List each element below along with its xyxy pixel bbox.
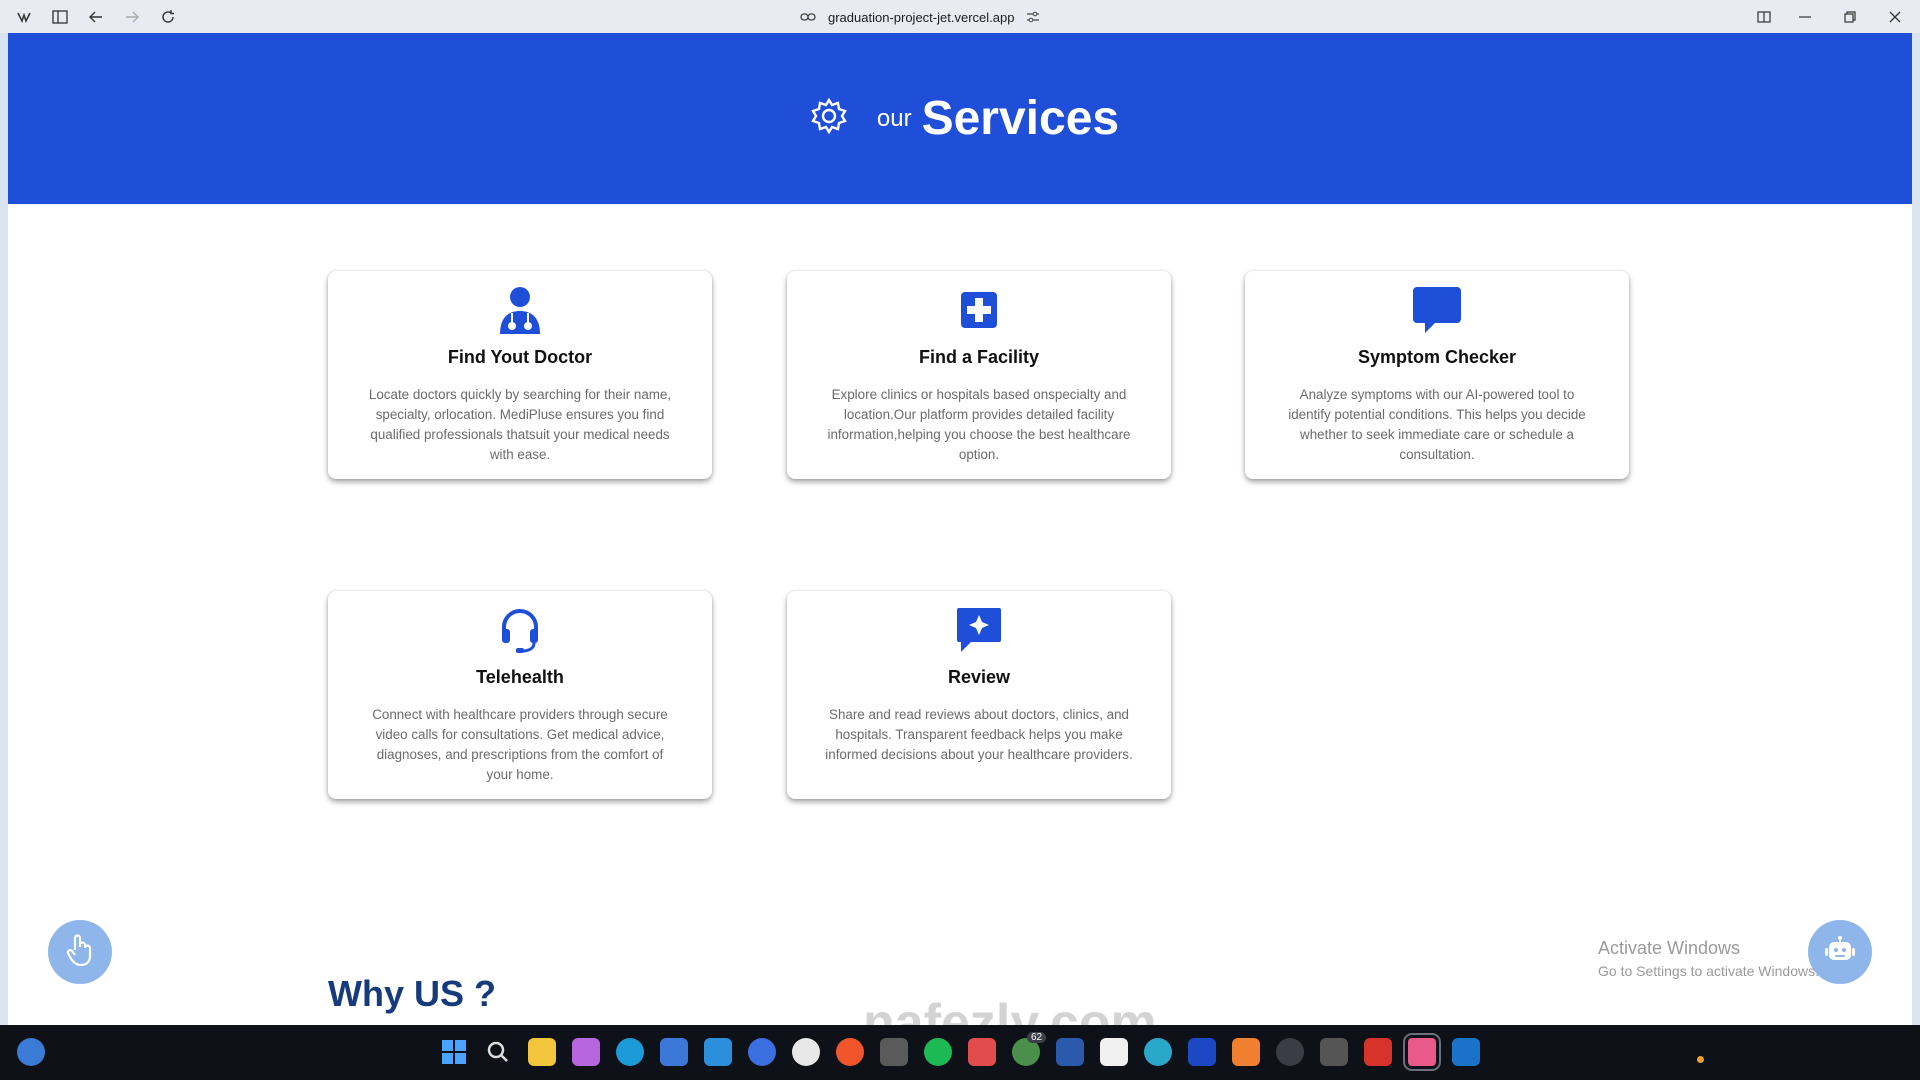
weather-widget-icon[interactable] (17, 1038, 45, 1066)
card-title: Find a Facility (918, 347, 1040, 367)
status-dot-icon (1697, 1056, 1704, 1063)
card-description: Connect with healthcare providers throug… (372, 707, 668, 782)
url-text: graduation-project-jet.vercel.app (828, 9, 1015, 25)
close-icon[interactable] (1884, 6, 1906, 28)
back-icon[interactable] (85, 6, 107, 28)
gear-icon (809, 96, 849, 141)
chrome-icon[interactable] (968, 1038, 996, 1066)
card-title: Review (947, 667, 1011, 687)
page-viewport: our Services Find Yout Doctor Locate doc… (8, 33, 1912, 1025)
card-title: Symptom Checker (1357, 347, 1517, 367)
browser-icon[interactable] (1144, 1038, 1172, 1066)
chat-bubble-icon (1412, 285, 1462, 335)
site-settings-icon[interactable] (1026, 11, 1040, 23)
service-card-symptom-checker[interactable]: Symptom Checker Analyze symptoms with ou… (1245, 271, 1629, 479)
link-icon (800, 13, 816, 21)
activate-title: Activate Windows (1598, 938, 1741, 958)
service-card-telehealth[interactable]: Telehealth Connect with healthcare provi… (328, 591, 712, 799)
hospital-plus-icon (954, 285, 1004, 335)
search-icon[interactable] (484, 1038, 512, 1066)
browser-toolbar: graduation-project-jet.vercel.app (0, 0, 1920, 33)
watermark: nafezly.com (863, 994, 1157, 1025)
windows-taskbar: 62 (0, 1025, 1920, 1080)
xampp-icon[interactable] (1232, 1038, 1260, 1066)
card-description: Share and read reviews about doctors, cl… (825, 707, 1133, 762)
active-browser-icon[interactable] (1403, 1033, 1441, 1071)
hand-pointer-icon (65, 933, 95, 971)
app-icon-3[interactable] (1364, 1038, 1392, 1066)
forward-icon[interactable] (121, 6, 143, 28)
word-icon[interactable] (1056, 1038, 1084, 1066)
accessibility-button[interactable] (48, 920, 112, 984)
app-l-icon[interactable] (1188, 1038, 1216, 1066)
robot-icon (1824, 935, 1856, 969)
app-icon-2[interactable] (880, 1038, 908, 1066)
activate-subtitle: Go to Settings to activate Windows. (1598, 963, 1819, 979)
card-title: Find Yout Doctor (447, 347, 593, 367)
doctor-icon (495, 285, 545, 335)
review-sparkle-icon (954, 605, 1004, 655)
edge-icon[interactable] (616, 1038, 644, 1066)
copilot-icon[interactable] (572, 1038, 600, 1066)
start-icon[interactable] (440, 1038, 468, 1066)
headset-icon (495, 605, 545, 655)
address-bar[interactable]: graduation-project-jet.vercel.app (800, 6, 1040, 28)
card-description: Locate doctors quickly by searching for … (368, 387, 672, 462)
hero-prefix: our (876, 104, 912, 132)
notification-badge: 62 (1027, 1032, 1047, 1043)
outlook-icon[interactable] (1452, 1038, 1480, 1066)
activate-windows-notice: Activate Windows Go to Settings to activ… (1598, 938, 1819, 979)
app-icon[interactable] (748, 1038, 776, 1066)
browser-menu-icon[interactable] (13, 6, 35, 28)
sidebar-toggle-icon[interactable] (49, 6, 71, 28)
slack-icon[interactable] (792, 1038, 820, 1066)
device-icon[interactable] (1320, 1038, 1348, 1066)
service-card-review[interactable]: Review Share and read reviews about doct… (787, 591, 1171, 799)
store-icon[interactable] (660, 1038, 688, 1066)
card-title: Telehealth (476, 667, 564, 687)
services-banner: our Services (8, 33, 1912, 204)
reload-icon[interactable] (157, 6, 179, 28)
service-card-find-doctor[interactable]: Find Yout Doctor Locate doctors quickly … (328, 271, 712, 479)
card-description: Explore clinics or hospitals based onspe… (827, 387, 1131, 462)
split-view-icon[interactable] (1753, 6, 1775, 28)
minimize-icon[interactable] (1794, 6, 1816, 28)
file-explorer-icon[interactable] (528, 1038, 556, 1066)
page-title: Services (921, 92, 1120, 145)
why-us-heading: Why US ? (328, 973, 496, 1014)
settings-icon[interactable] (1276, 1038, 1304, 1066)
vscode-icon[interactable] (704, 1038, 732, 1066)
restore-icon[interactable] (1839, 6, 1861, 28)
card-description: Analyze symptoms with our AI-powered too… (1288, 387, 1586, 462)
spotify-icon[interactable] (924, 1038, 952, 1066)
postman-icon[interactable] (836, 1038, 864, 1066)
service-card-find-facility[interactable]: Find a Facility Explore clinics or hospi… (787, 271, 1171, 479)
notion-icon[interactable] (1100, 1038, 1128, 1066)
